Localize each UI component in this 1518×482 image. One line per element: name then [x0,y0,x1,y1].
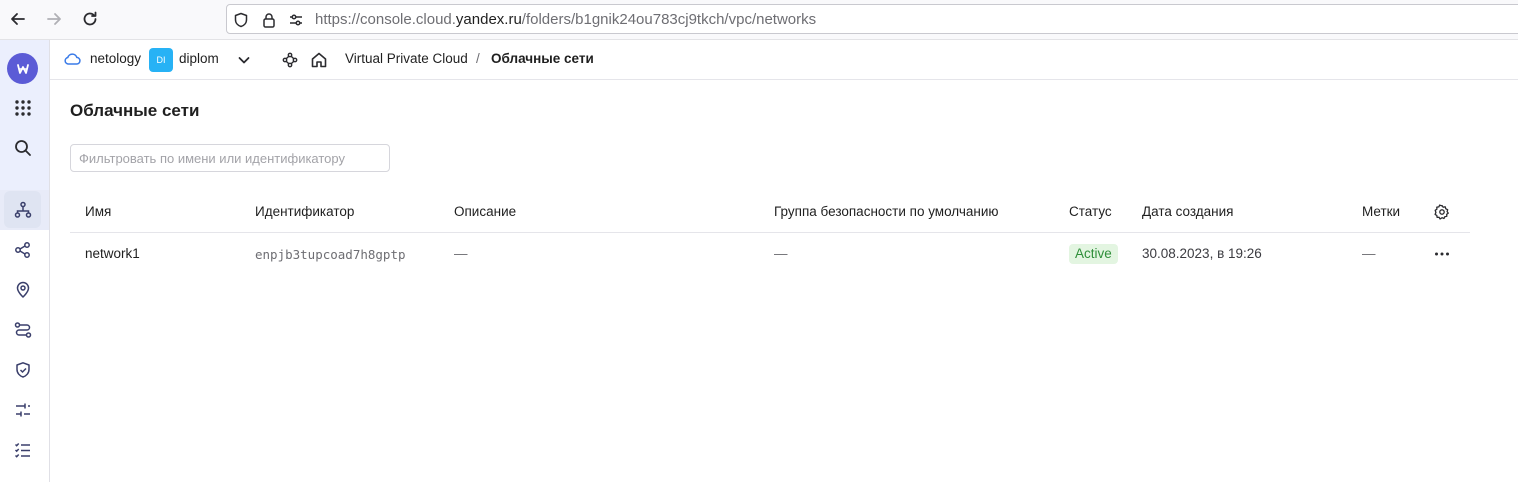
folder-badge: DI [149,48,173,72]
page-title: Облачные сети [70,101,200,120]
column-header-labels[interactable]: Метки [1362,204,1400,219]
network-created: 30.08.2023, в 19:26 [1142,246,1262,261]
column-header-description[interactable]: Описание [454,204,516,219]
apps-grid-icon[interactable] [12,97,34,119]
url-prefix: https://console.cloud. [315,11,456,28]
status-badge: Active [1069,244,1118,264]
back-arrow-icon[interactable] [7,8,29,30]
network-security-group: — [774,246,788,261]
url-domain: yandex.ru [455,11,522,28]
table-header-divider [70,232,1470,233]
shield-icon[interactable] [12,359,34,381]
cloud-name[interactable]: netology [90,51,141,66]
breadcrumb-current: Облачные сети [491,51,594,66]
reload-icon[interactable] [79,8,101,30]
logo-icon[interactable] [7,53,38,84]
lock-icon[interactable] [261,12,277,28]
url-text[interactable]: https://console.cloud.yandex.ru/folders/… [315,11,816,28]
permissions-icon[interactable] [288,12,304,28]
tracking-shield-icon[interactable] [233,12,249,28]
filter-input[interactable] [70,144,390,172]
table-settings-gear-icon[interactable] [1433,203,1451,221]
location-pin-icon[interactable] [12,279,34,301]
list-check-icon[interactable] [12,439,34,461]
column-header-status[interactable]: Статус [1069,204,1112,219]
network-id: enpjb3tupcoad7h8gptp [255,247,406,262]
row-actions-more-icon[interactable] [1433,245,1451,263]
network-labels: — [1362,246,1376,261]
address-bar[interactable]: https://console.cloud.yandex.ru/folders/… [226,4,1518,34]
search-icon[interactable] [12,137,34,159]
breadcrumb-separator: / [476,51,480,66]
breadcrumb-service[interactable]: Virtual Private Cloud [345,51,468,66]
routes-icon[interactable] [12,319,34,341]
share-nodes-icon[interactable] [12,239,34,261]
cloud-icon [63,51,81,71]
url-path: /folders/b1gnik24ou783cj9tkch/vpc/networ… [521,11,817,28]
column-header-id[interactable]: Идентификатор [255,204,354,219]
left-rail [0,40,50,482]
column-header-security-group[interactable]: Группа безопасности по умолчанию [774,204,999,219]
chevron-down-icon[interactable] [236,52,252,72]
home-icon[interactable] [310,51,328,73]
vpc-network-icon[interactable] [12,199,34,221]
browser-toolbar: https://console.cloud.yandex.ru/folders/… [0,0,1518,40]
console-header: netology DI diplom Virtual Private Cloud… [50,40,1518,80]
folder-name[interactable]: diplom [179,51,219,66]
hierarchy-icon[interactable] [282,52,298,72]
network-description: — [454,246,468,261]
column-header-name[interactable]: Имя [85,204,111,219]
column-header-created[interactable]: Дата создания [1142,204,1234,219]
sliders-icon[interactable] [12,399,34,421]
network-name[interactable]: network1 [85,246,140,261]
forward-arrow-icon[interactable] [43,8,65,30]
